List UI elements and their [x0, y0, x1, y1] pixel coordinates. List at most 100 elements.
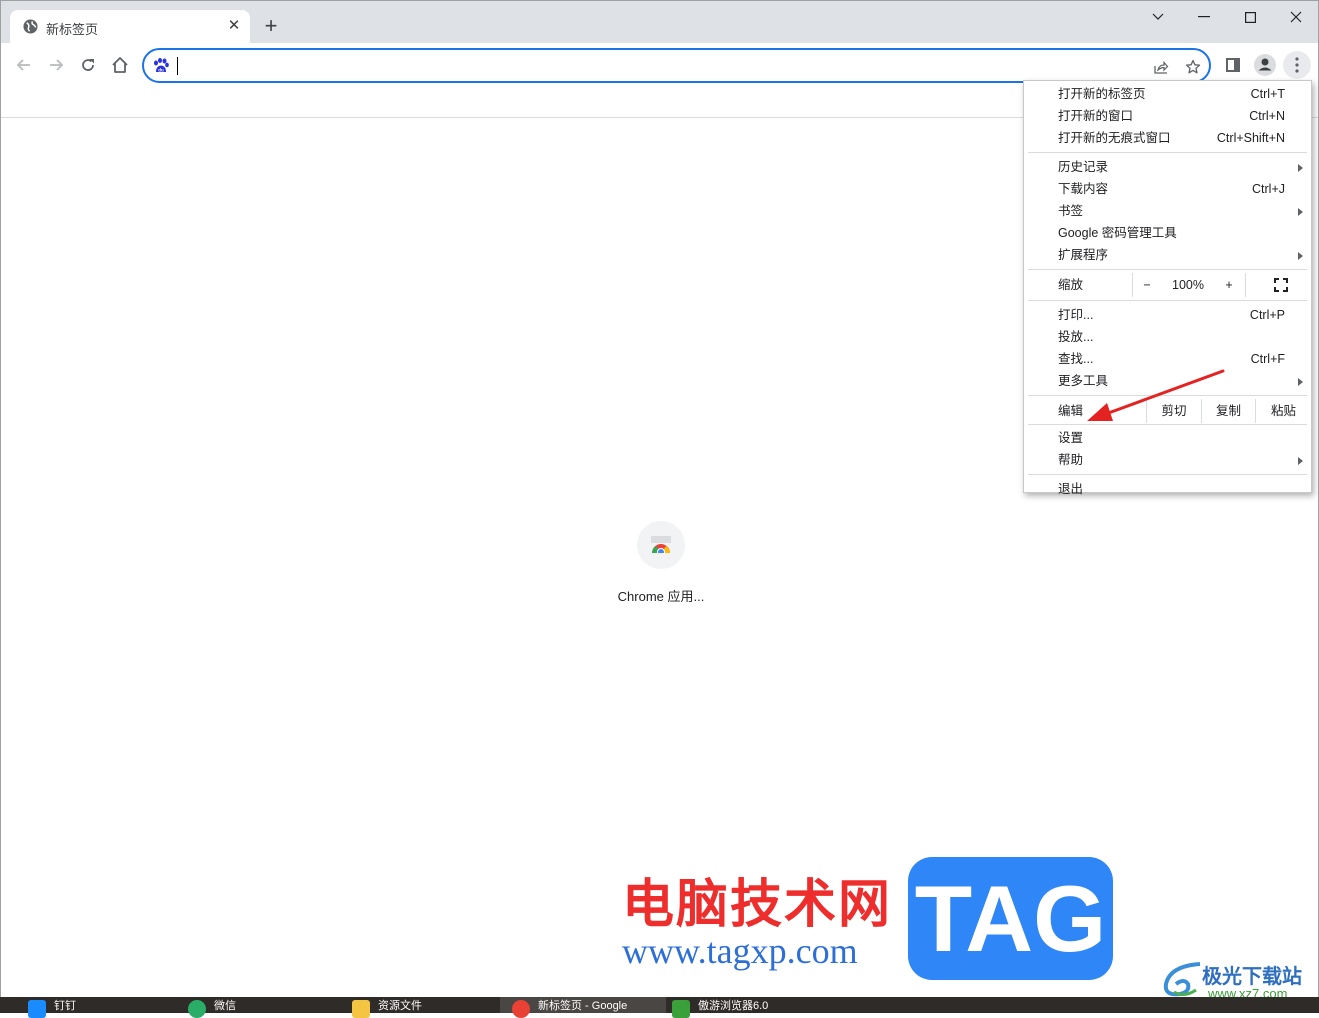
submenu-arrow-icon: [1298, 378, 1303, 386]
menu-button[interactable]: [1283, 51, 1311, 79]
avatar-icon: [1254, 54, 1276, 76]
wechat-icon: [188, 1000, 206, 1018]
browser-window: 新标签页 ✕ + du Chrome 应用... 打开新的标签页 Ctrl+T …: [0, 0, 1319, 998]
menu-item-password-manager[interactable]: Google 密码管理工具: [1024, 222, 1311, 244]
star-icon: [1185, 59, 1201, 74]
tab-strip: 新标签页 ✕ +: [1, 1, 1319, 44]
paste-button[interactable]: 粘贴: [1255, 399, 1311, 423]
menu-item-print[interactable]: 打印... Ctrl+P: [1024, 304, 1311, 326]
taskbar-item-dingtalk[interactable]: 钉钉: [0, 997, 170, 1018]
menu-divider: [1028, 474, 1307, 475]
menu-zoom-row: 缩放 − 100% +: [1024, 273, 1311, 297]
close-window-button[interactable]: [1273, 3, 1319, 31]
chrome-icon: [512, 1000, 530, 1018]
minimize-icon: [1198, 16, 1210, 18]
svg-text:du: du: [158, 68, 164, 73]
menu-item-shortcut: Ctrl+Shift+N: [1216, 131, 1285, 145]
taskbar-item-chrome[interactable]: 新标签页 - Google: [500, 997, 666, 1018]
share-icon: [1154, 60, 1169, 74]
chevron-down-icon: [1152, 13, 1164, 20]
taskbar-item-maxthon[interactable]: 傲游浏览器6.0: [668, 997, 838, 1018]
side-panel-button[interactable]: [1219, 51, 1247, 79]
menu-item-history[interactable]: 历史记录: [1024, 156, 1311, 178]
forward-button[interactable]: [42, 51, 70, 79]
tab-new-tab[interactable]: 新标签页 ✕: [10, 10, 250, 44]
dingtalk-icon: [28, 1000, 46, 1018]
menu-item-shortcut: Ctrl+J: [1252, 182, 1285, 196]
reload-button[interactable]: [74, 51, 102, 79]
share-button[interactable]: [1151, 57, 1171, 77]
menu-item-label: 退出: [1058, 482, 1084, 496]
submenu-arrow-icon: [1298, 164, 1303, 172]
tab-search-button[interactable]: [1135, 3, 1181, 31]
menu-item-label: Google 密码管理工具: [1058, 226, 1177, 240]
taskbar-item-explorer[interactable]: 资源文件: [324, 997, 494, 1018]
zoom-out-button[interactable]: −: [1133, 273, 1161, 297]
menu-item-label: 书签: [1058, 204, 1084, 218]
watermark-site-url: www.tagxp.com: [622, 931, 858, 971]
side-panel-icon: [1226, 58, 1240, 72]
menu-item-extensions[interactable]: 扩展程序: [1024, 244, 1311, 266]
menu-item-shortcut: Ctrl+F: [1250, 352, 1285, 366]
taskbar-item-label: 钉钉: [54, 1000, 76, 1012]
zoom-in-button[interactable]: +: [1215, 273, 1243, 297]
submenu-arrow-icon: [1298, 208, 1303, 216]
menu-item-shortcut: Ctrl+T: [1250, 87, 1285, 101]
menu-item-new-incognito-window[interactable]: 打开新的无痕式窗口 Ctrl+Shift+N: [1024, 127, 1311, 149]
tab-close-icon[interactable]: ✕: [224, 16, 244, 36]
reload-icon: [82, 59, 94, 71]
taskbar: 钉钉 微信 资源文件 新标签页 - Google 傲游浏览器6.0: [0, 997, 1319, 1018]
menu-item-label: 帮助: [1058, 453, 1084, 467]
taskbar-item-label: 新标签页 - Google: [538, 1000, 628, 1012]
menu-item-downloads[interactable]: 下载内容 Ctrl+J: [1024, 178, 1311, 200]
profile-button[interactable]: [1251, 51, 1279, 79]
cut-button[interactable]: 剪切: [1146, 399, 1201, 423]
edit-label: 编辑: [1058, 404, 1084, 418]
fullscreen-button[interactable]: [1256, 277, 1306, 293]
address-bar[interactable]: du: [142, 48, 1211, 83]
menu-item-shortcut: Ctrl+P: [1249, 308, 1285, 322]
zoom-level: 100%: [1172, 278, 1204, 292]
menu-divider: [1028, 269, 1307, 270]
back-button[interactable]: [10, 51, 38, 79]
baidu-search-engine-icon: du: [154, 58, 169, 73]
home-button[interactable]: [106, 51, 134, 79]
menu-item-new-tab[interactable]: 打开新的标签页 Ctrl+T: [1024, 83, 1311, 105]
menu-item-label: 历史记录: [1058, 160, 1109, 174]
globe-icon: [23, 19, 38, 34]
shortcut-label: Chrome 应用...: [617, 589, 705, 604]
zoom-label: 缩放: [1058, 278, 1084, 292]
copy-button[interactable]: 复制: [1201, 399, 1255, 423]
taskbar-item-label: 资源文件: [378, 1000, 422, 1012]
menu-item-label: 打印...: [1058, 308, 1094, 322]
maximize-button[interactable]: [1227, 3, 1273, 31]
menu-item-label: 设置: [1058, 431, 1084, 445]
close-icon: [1290, 11, 1302, 23]
menu-item-bookmarks[interactable]: 书签: [1024, 200, 1311, 222]
omnibox-input[interactable]: [178, 54, 1108, 78]
chrome-web-store-icon: [651, 536, 671, 557]
taskbar-item-label: 傲游浏览器6.0: [698, 1000, 769, 1012]
menu-item-exit[interactable]: 退出: [1024, 478, 1311, 500]
chrome-main-menu: 打开新的标签页 Ctrl+T 打开新的窗口 Ctrl+N 打开新的无痕式窗口 C…: [1023, 80, 1312, 496]
menu-item-help[interactable]: 帮助: [1024, 449, 1311, 471]
menu-item-settings[interactable]: 设置: [1024, 427, 1311, 449]
menu-item-cast[interactable]: 投放...: [1024, 326, 1311, 348]
menu-item-more-tools[interactable]: 更多工具: [1024, 370, 1311, 392]
menu-item-label: 投放...: [1058, 330, 1094, 344]
tab-title: 新标签页: [46, 22, 99, 37]
menu-divider: [1028, 424, 1307, 425]
submenu-arrow-icon: [1298, 252, 1303, 260]
bookmark-star-button[interactable]: [1183, 57, 1203, 77]
taskbar-item-wechat[interactable]: 微信: [160, 997, 330, 1018]
menu-divider: [1028, 395, 1307, 396]
xz7-logo-icon: [1163, 962, 1201, 997]
new-tab-button[interactable]: +: [259, 14, 283, 38]
menu-item-label: 打开新的标签页: [1058, 87, 1146, 101]
menu-item-new-window[interactable]: 打开新的窗口 Ctrl+N: [1024, 105, 1311, 127]
menu-item-shortcut: Ctrl+N: [1249, 109, 1285, 123]
shortcut-chrome-apps[interactable]: Chrome 应用...: [611, 521, 711, 605]
minimize-button[interactable]: [1181, 3, 1227, 31]
menu-item-find[interactable]: 查找... Ctrl+F: [1024, 348, 1311, 370]
folder-icon: [352, 1000, 370, 1018]
